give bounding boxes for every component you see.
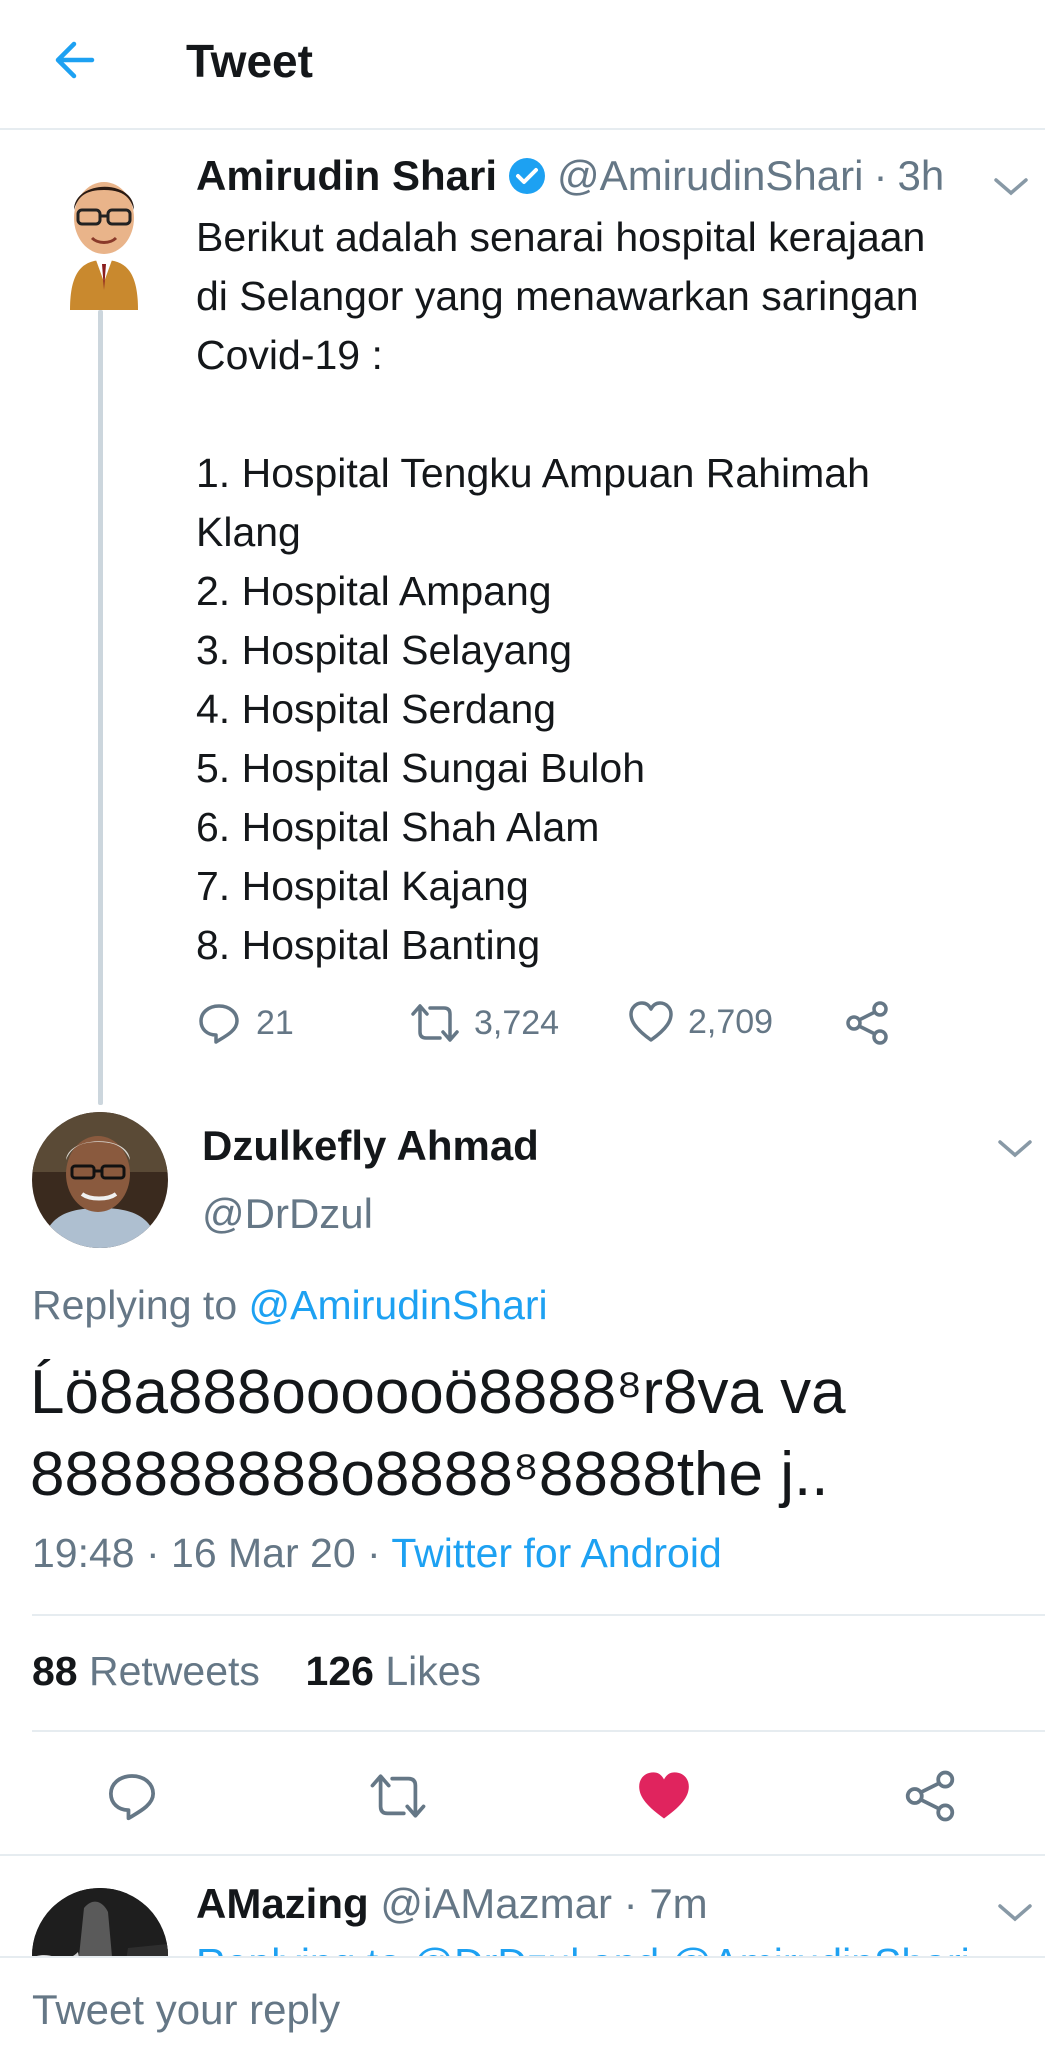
likes-stat[interactable]: 126 Likes <box>306 1648 482 1694</box>
timestamp: 19:48 · 16 Mar 20 · <box>32 1530 381 1576</box>
retweet-icon <box>411 1004 459 1042</box>
author-handle[interactable]: @DrDzul <box>202 1190 373 1238</box>
tweet-time: 3h <box>897 152 945 199</box>
next-reply-header: AMazing @iAMazmar · 7m <box>196 1880 708 1928</box>
retweet-button[interactable]: 3,724 <box>410 1000 559 1046</box>
reply-count: 21 <box>256 1003 294 1042</box>
author-handle[interactable]: @AmirudinShari <box>557 152 863 200</box>
tweet-time: 7m <box>649 1880 708 1927</box>
parent-tweet-header: Amirudin Shari @AmirudinShari · 3h <box>196 152 944 200</box>
reply-input-placeholder[interactable]: Tweet your reply <box>32 1986 340 2034</box>
like-count: 2,709 <box>688 1002 774 1041</box>
engagement-stats: 88 Retweets 126 Likes <box>32 1648 481 1695</box>
reply-button[interactable]: 21 <box>196 1000 294 1046</box>
reply-composer[interactable]: Tweet your reply <box>0 1956 1045 2048</box>
avatar-amirudin[interactable] <box>52 160 156 310</box>
parent-tweet-actions: 21 3,724 2,709 <box>196 1000 896 1056</box>
replying-prefix: Replying to <box>32 1282 238 1328</box>
heart-filled-icon[interactable] <box>632 1764 696 1828</box>
reply-icon <box>199 1004 239 1044</box>
replying-to-line: Replying to @AmirudinShari <box>32 1282 548 1329</box>
divider <box>32 1730 1045 1732</box>
author-handle[interactable]: @iAMazmar <box>380 1880 612 1927</box>
divider <box>0 1854 1045 1856</box>
share-icon[interactable] <box>898 1764 962 1828</box>
share-button[interactable] <box>844 1000 904 1046</box>
client-link[interactable]: Twitter for Android <box>391 1530 721 1576</box>
next-reply-replying-line: Replying to @DrDzul and @AmirudinShari <box>196 1940 970 1956</box>
chevron-down-icon[interactable] <box>992 174 1030 198</box>
author-name[interactable]: AMazing <box>196 1880 369 1927</box>
chevron-down-icon[interactable] <box>996 1136 1034 1160</box>
parent-tweet-text: Berikut adalah senarai hospital kerajaan… <box>196 214 926 968</box>
author-name[interactable]: Dzulkefly Ahmad <box>202 1122 539 1170</box>
retweet-icon[interactable] <box>366 1764 430 1828</box>
retweet-count: 3,724 <box>474 1003 560 1042</box>
retweets-stat[interactable]: 88 Retweets <box>32 1648 260 1694</box>
page-title: Tweet <box>186 35 313 87</box>
mention-link[interactable]: @AmirudinShari <box>249 1282 548 1328</box>
back-arrow-icon[interactable] <box>44 30 104 90</box>
main-tweet-text: Ĺö8a888oooooö8888⁸r8va va 888888888o8888… <box>30 1358 846 1509</box>
main-tweet-actions <box>0 1764 1045 1828</box>
reply-icon[interactable] <box>100 1764 164 1828</box>
thread-connector-line <box>98 310 103 1105</box>
heart-outline-icon <box>629 1001 673 1042</box>
avatar-dzulkefly[interactable] <box>32 1112 168 1248</box>
chevron-down-icon[interactable] <box>996 1900 1034 1924</box>
like-button[interactable]: 2,709 <box>628 1000 773 1044</box>
verified-badge-icon <box>507 156 547 196</box>
share-icon <box>846 1001 888 1045</box>
tweet-meta: 19:48 · 16 Mar 20 · Twitter for Android <box>32 1530 722 1577</box>
top-bar: Tweet <box>0 0 1045 130</box>
author-name[interactable]: Amirudin Shari <box>196 152 497 200</box>
separator-dot: · <box>623 1880 638 1927</box>
divider <box>32 1614 1045 1616</box>
separator-dot: · <box>873 152 888 199</box>
